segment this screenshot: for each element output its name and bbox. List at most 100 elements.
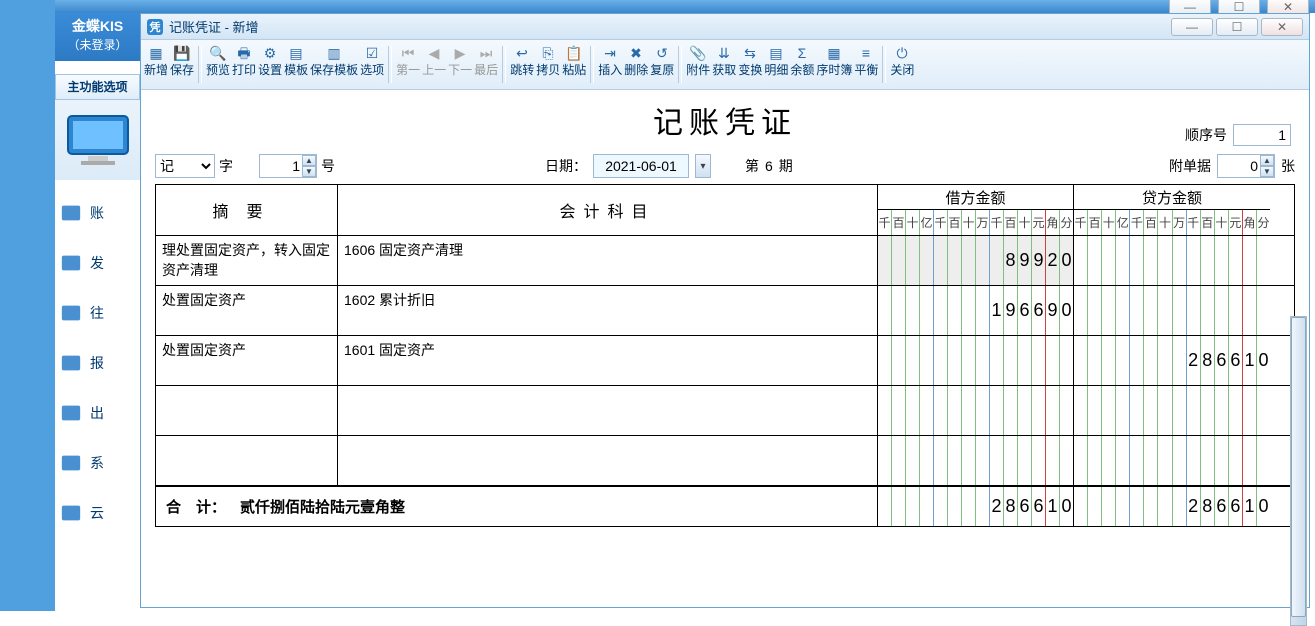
toolbar-jump-button[interactable]: ↩跳转: [509, 40, 535, 89]
main-function-tab[interactable]: 主功能选项: [55, 74, 140, 100]
sequence-block: 顺序号 1: [1185, 124, 1291, 146]
cell-credit[interactable]: [1074, 386, 1270, 435]
cell-credit[interactable]: [1074, 286, 1270, 335]
svg-text:▦: ▦: [828, 45, 841, 61]
cell-debit[interactable]: [878, 386, 1074, 435]
toolbar-flatten-button[interactable]: ≡平衡: [853, 40, 879, 89]
svg-text:◀: ◀: [429, 45, 440, 61]
toolbar-close-button[interactable]: ⏻关闭: [889, 40, 915, 89]
toolbar-fetch-button[interactable]: ⇊获取: [711, 40, 737, 89]
number-up[interactable]: ▲: [302, 155, 316, 166]
toolbar-insert-button[interactable]: ⇥插入: [597, 40, 623, 89]
cell-summary[interactable]: 处置固定资产: [156, 336, 338, 385]
window-minimize-button[interactable]: —: [1171, 18, 1213, 36]
total-label: 合 计：: [166, 496, 226, 517]
cell-summary[interactable]: 处置固定资产: [156, 286, 338, 335]
toolbar-delete-button[interactable]: ✖删除: [623, 40, 649, 89]
table-row[interactable]: 理处置固定资产，转入固定资产清理1606 固定资产清理89920: [156, 236, 1294, 286]
sidebar-item-1[interactable]: 发: [60, 245, 140, 281]
digit-header: 万: [1173, 210, 1187, 235]
digit-header: 千: [878, 210, 892, 235]
svg-text:⎘: ⎘: [543, 45, 554, 61]
sequence-value[interactable]: 1: [1233, 124, 1291, 146]
cell-account[interactable]: 1602 累计折旧: [338, 286, 878, 335]
toolbar-paste-button[interactable]: 📋粘贴: [561, 40, 587, 89]
toolbar-preview-button[interactable]: 🔍预览: [205, 40, 231, 89]
cell-credit[interactable]: [1074, 436, 1270, 485]
window-maximize-button[interactable]: ☐: [1216, 18, 1258, 36]
svg-text:▤: ▤: [770, 45, 783, 61]
toolbar-options-button[interactable]: ☑选项: [359, 40, 385, 89]
digit-header: 十: [1102, 210, 1116, 235]
toolbar-seq-button[interactable]: ▦序时簿: [815, 40, 853, 89]
header-summary: 摘要: [156, 185, 338, 235]
number-down[interactable]: ▼: [302, 166, 316, 177]
header-debit: 借方金额 千百十亿千百十万千百十元角分: [878, 185, 1074, 235]
cell-summary[interactable]: [156, 436, 338, 485]
cell-summary[interactable]: 理处置固定资产，转入固定资产清理: [156, 236, 338, 285]
cell-debit[interactable]: [878, 436, 1074, 485]
digit-header: 十: [962, 210, 976, 235]
svg-text:⚙: ⚙: [264, 45, 277, 61]
date-picker-button[interactable]: ▾: [695, 154, 711, 178]
cell-account[interactable]: 1601 固定资产: [338, 336, 878, 385]
digit-header: 百: [892, 210, 906, 235]
period-value: 6: [765, 158, 773, 174]
sidebar-item-2[interactable]: 往: [60, 295, 140, 331]
toolbar-print-button[interactable]: 🖶打印: [231, 40, 257, 89]
header-credit: 贷方金额 千百十亿千百十万千百十元角分: [1074, 185, 1270, 235]
svg-text:↺: ↺: [656, 45, 668, 61]
toolbar-restore-button[interactable]: ↺复原: [649, 40, 675, 89]
window-close-button[interactable]: ✕: [1261, 18, 1303, 36]
table-row[interactable]: [156, 436, 1294, 486]
attachment-suffix: 张: [1281, 156, 1295, 176]
sidebar-item-6[interactable]: 云: [60, 495, 140, 531]
svg-text:▦: ▦: [149, 45, 162, 61]
cell-account[interactable]: [338, 436, 878, 485]
cell-debit[interactable]: 196690: [878, 286, 1074, 335]
toolbar-copy-button[interactable]: ⎘拷贝: [535, 40, 561, 89]
window-titlebar: 凭 记账凭证 - 新增 — ☐ ✕: [141, 14, 1309, 40]
digit-header: 千: [990, 210, 1004, 235]
toolbar-new-button[interactable]: ▦新增: [143, 40, 169, 89]
cell-debit[interactable]: 89920: [878, 236, 1074, 285]
brand-block: 金蝶KIS （未登录）: [55, 13, 140, 61]
voucher-type-select[interactable]: 记: [155, 154, 215, 178]
table-row[interactable]: 处置固定资产1602 累计折旧196690: [156, 286, 1294, 336]
sidebar-item-5[interactable]: 系: [60, 445, 140, 481]
toolbar-first-button: ⏮第一: [395, 40, 421, 89]
digit-header: 百: [1144, 210, 1158, 235]
svg-text:▶: ▶: [455, 45, 466, 61]
toolbar-detail-button[interactable]: ▤明细: [763, 40, 789, 89]
toolbar-template-button[interactable]: ▤模板: [283, 40, 309, 89]
sidebar-item-4[interactable]: 出: [60, 395, 140, 431]
toolbar-attach-button[interactable]: 📎附件: [685, 40, 711, 89]
digit-header: 角: [1046, 210, 1060, 235]
cell-credit[interactable]: 286610: [1074, 336, 1270, 385]
voucher-grid: 摘要 会计科目 借方金额 千百十亿千百十万千百十元角分 贷方金额 千百十亿千百十…: [155, 184, 1295, 527]
digit-header: 元: [1032, 210, 1046, 235]
toolbar-settings-button[interactable]: ⚙设置: [257, 40, 283, 89]
sidebar-monitor-icon[interactable]: [55, 100, 140, 180]
cell-account[interactable]: [338, 386, 878, 435]
cell-account[interactable]: 1606 固定资产清理: [338, 236, 878, 285]
toolbar-convert-button[interactable]: ⇆变换: [737, 40, 763, 89]
sidebar-item-3[interactable]: 报: [60, 345, 140, 381]
toolbar-balance-button[interactable]: Σ余额: [789, 40, 815, 89]
sidebar-item-0[interactable]: 账: [60, 195, 140, 231]
cell-debit[interactable]: [878, 336, 1074, 385]
cell-credit[interactable]: [1074, 236, 1270, 285]
digit-header: 十: [906, 210, 920, 235]
svg-text:⏮: ⏮: [402, 45, 415, 61]
date-input[interactable]: [593, 154, 689, 178]
cell-summary[interactable]: [156, 386, 338, 435]
toolbar-save-button[interactable]: 💾保存: [169, 40, 195, 89]
svg-text:☑: ☑: [366, 45, 379, 61]
toolbar-savetpl-button[interactable]: ▥保存模板: [309, 40, 359, 89]
svg-text:▤: ▤: [289, 45, 302, 61]
table-row[interactable]: 处置固定资产1601 固定资产 286610: [156, 336, 1294, 386]
table-row[interactable]: [156, 386, 1294, 436]
attach-up[interactable]: ▲: [1260, 155, 1274, 166]
attach-down[interactable]: ▼: [1260, 166, 1274, 177]
grid-scrollbar[interactable]: [1290, 316, 1307, 626]
